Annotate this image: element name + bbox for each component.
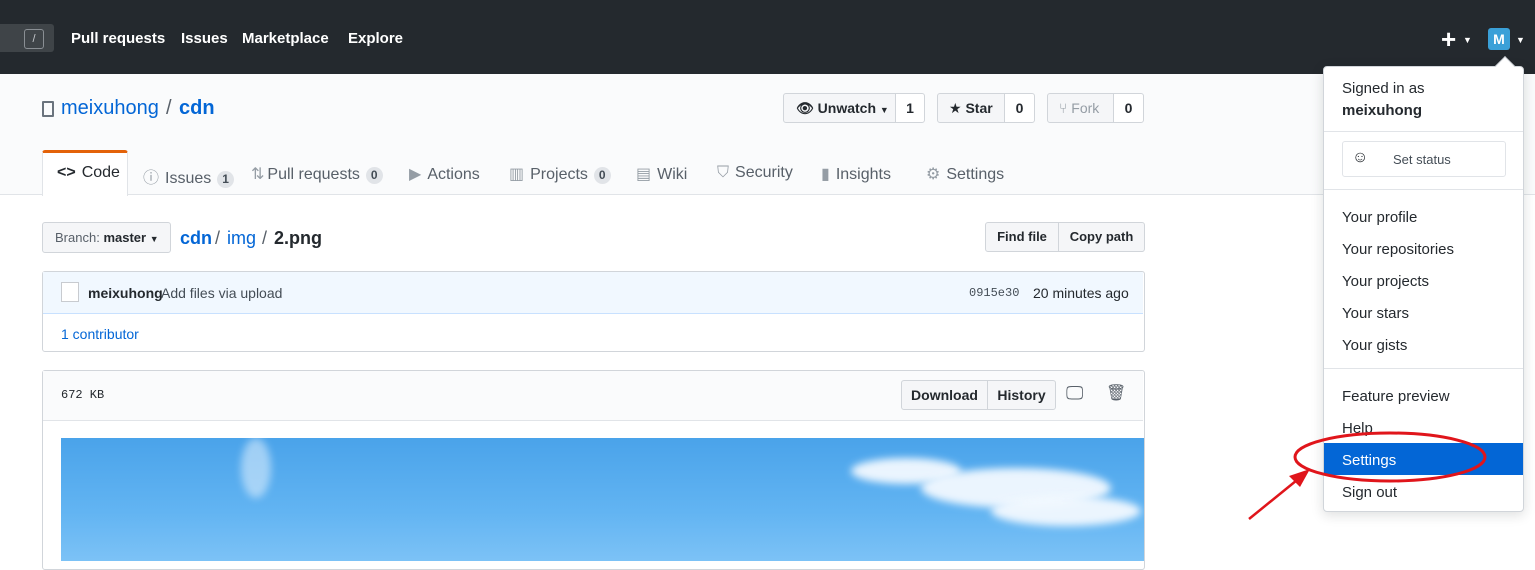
issue-icon: ⓘ: [143, 170, 160, 187]
star-count[interactable]: 0: [1004, 93, 1035, 123]
menu-your-gists[interactable]: Your gists: [1342, 337, 1407, 354]
gear-icon: ⚙: [926, 166, 941, 183]
user-dropdown-menu: Signed in as meixuhong ☺ Set status Your…: [1323, 56, 1524, 512]
cloud: [241, 438, 271, 498]
repo-name-link[interactable]: cdn: [179, 97, 215, 120]
annotation-arrow-line: [1248, 475, 1303, 520]
tab-code[interactable]: <> Code: [57, 164, 120, 182]
file-size: 672 KB: [61, 388, 105, 402]
tab-pull-requests[interactable]: ⇅ Pull requests 0: [251, 164, 383, 184]
eye-icon: 👁: [796, 100, 814, 116]
play-icon: ▶: [409, 166, 422, 183]
menu-sign-out[interactable]: Sign out: [1342, 484, 1397, 501]
breadcrumb-root[interactable]: cdn: [180, 228, 212, 249]
commit-time: 20 minutes ago: [1033, 285, 1129, 301]
tab-security[interactable]: ⛉ Security: [717, 164, 793, 182]
tab-issues[interactable]: ⓘ Issues 1: [143, 164, 234, 188]
menu-your-stars[interactable]: Your stars: [1342, 305, 1409, 322]
breadcrumb-file: 2.png: [274, 228, 322, 248]
copy-path-button[interactable]: Copy path: [1058, 222, 1145, 252]
tab-wiki[interactable]: ▤ Wiki: [636, 164, 687, 184]
set-status-button[interactable]: ☺ Set status: [1342, 141, 1506, 177]
nav-pull-requests[interactable]: Pull requests: [71, 30, 165, 47]
book-icon: ▤: [636, 166, 652, 183]
chevron-down-icon: ▼: [879, 105, 889, 115]
signed-in-label: Signed in as: [1342, 80, 1425, 97]
fork-count[interactable]: 0: [1113, 93, 1144, 123]
avatar[interactable]: M: [1488, 28, 1510, 50]
repo-icon: [42, 101, 54, 117]
commit-tease: meixuhong Add files via upload 0915e30 2…: [43, 272, 1143, 314]
cloud: [991, 496, 1141, 526]
nav-marketplace[interactable]: Marketplace: [242, 30, 329, 47]
tab-actions[interactable]: ▶ Actions: [409, 164, 480, 184]
project-icon: ▥: [509, 166, 525, 183]
tab-insights[interactable]: ▮ Insights: [821, 164, 891, 184]
star-icon: ★: [949, 100, 962, 116]
fork-icon: ⑂: [1059, 100, 1068, 116]
branch-select[interactable]: Branch: master ▼: [42, 222, 171, 253]
chevron-down-icon: ▼: [149, 234, 159, 244]
fork-button[interactable]: ⑂ Fork: [1047, 93, 1114, 123]
desktop-icon[interactable]: 🖵: [1066, 383, 1083, 404]
find-file-button[interactable]: Find file: [985, 222, 1059, 252]
menu-help[interactable]: Help: [1342, 420, 1373, 437]
chevron-down-icon: ▼: [1463, 35, 1472, 45]
divider: [1324, 189, 1523, 190]
search-shortcut-key: /: [24, 29, 44, 49]
menu-feature-preview[interactable]: Feature preview: [1342, 388, 1450, 405]
download-button[interactable]: Download: [901, 380, 988, 410]
contributors-link[interactable]: 1 contributor: [61, 326, 139, 342]
top-navbar: / Pull requests Issues Marketplace Explo…: [0, 0, 1535, 74]
divider: [1324, 131, 1523, 132]
chevron-down-icon: ▼: [1516, 35, 1525, 45]
commit-message[interactable]: Add files via upload: [161, 285, 282, 301]
graph-icon: ▮: [821, 166, 830, 183]
commit-author[interactable]: meixuhong: [88, 285, 163, 301]
star-button[interactable]: ★ Star: [937, 93, 1005, 123]
author-avatar: [61, 282, 79, 302]
code-icon: <>: [57, 164, 76, 181]
history-button[interactable]: History: [987, 380, 1056, 410]
tab-projects[interactable]: ▥ Projects 0: [509, 164, 611, 184]
menu-settings[interactable]: Settings: [1342, 452, 1396, 469]
plus-icon[interactable]: +: [1441, 26, 1456, 52]
repo-owner-link[interactable]: meixuhong: [61, 97, 159, 120]
breadcrumb-folder[interactable]: img: [227, 228, 256, 249]
arrow-head-icon: [1289, 469, 1310, 487]
nav-issues[interactable]: Issues: [181, 30, 228, 47]
tab-settings[interactable]: ⚙ Settings: [926, 164, 1004, 184]
breadcrumb-separator: /: [262, 228, 268, 248]
watch-count[interactable]: 1: [895, 93, 925, 123]
trash-icon[interactable]: 🗑: [1106, 383, 1126, 403]
signed-in-username: meixuhong: [1342, 102, 1423, 119]
menu-your-projects[interactable]: Your projects: [1342, 273, 1429, 290]
commit-sha[interactable]: 0915e30: [969, 286, 1019, 300]
smiley-icon: ☺: [1352, 149, 1369, 166]
breadcrumb-separator: /: [215, 228, 221, 248]
image-preview: [61, 438, 1144, 561]
unwatch-button[interactable]: 👁 Unwatch ▼: [783, 93, 896, 123]
nav-explore[interactable]: Explore: [348, 30, 403, 47]
shield-icon: ⛉: [717, 164, 730, 181]
menu-your-repositories[interactable]: Your repositories: [1342, 241, 1454, 258]
divider: [1324, 368, 1523, 369]
menu-your-profile[interactable]: Your profile: [1342, 209, 1417, 226]
repo-path-separator: /: [166, 97, 172, 119]
pull-request-icon: ⇅: [251, 166, 265, 183]
